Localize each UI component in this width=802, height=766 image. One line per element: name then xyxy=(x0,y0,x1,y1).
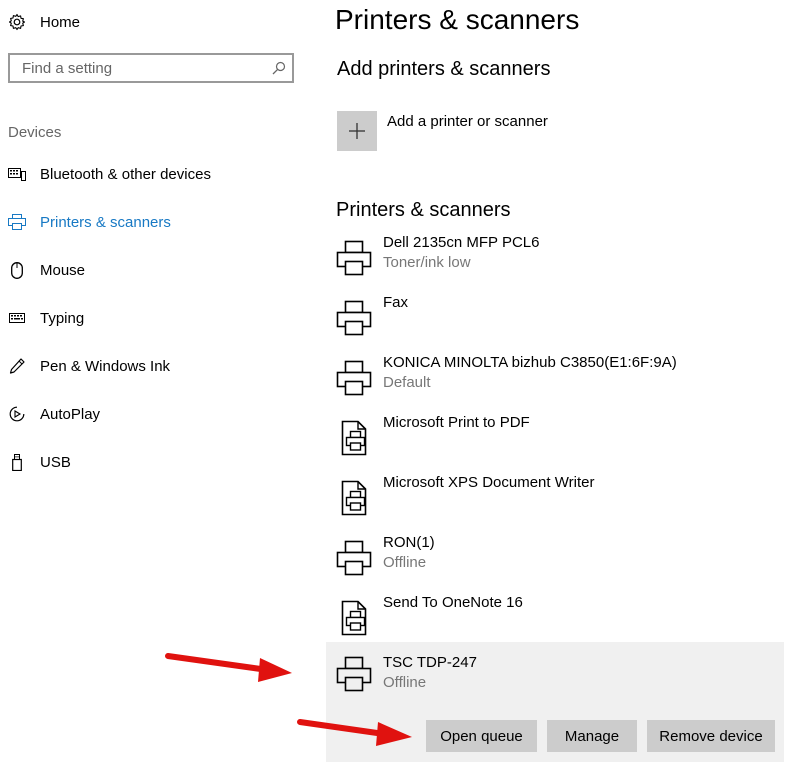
open-queue-button[interactable]: Open queue xyxy=(426,720,537,752)
add-section-heading: Add printers & scanners xyxy=(337,58,551,80)
document-printer-icon xyxy=(341,420,367,456)
printer-icon xyxy=(336,540,372,576)
document-printer-icon xyxy=(341,480,367,516)
printer-name: Dell 2135cn MFP PCL6 xyxy=(383,234,540,251)
sidebar-item-typing[interactable]: Typing xyxy=(8,306,84,330)
section-label-devices: Devices xyxy=(8,124,62,141)
printer-name: Microsoft XPS Document Writer xyxy=(383,474,595,491)
sidebar-item-mouse[interactable]: Mouse xyxy=(8,258,85,282)
printer-status: Offline xyxy=(383,554,427,571)
sidebar-item-label: Bluetooth & other devices xyxy=(40,165,211,183)
plus-icon xyxy=(349,123,365,139)
search-box[interactable] xyxy=(8,53,294,83)
sidebar-item-bluetooth[interactable]: Bluetooth & other devices xyxy=(8,162,211,186)
mouse-icon xyxy=(8,261,26,279)
printer-name: KONICA MINOLTA bizhub C3850(E1:6F:9A) xyxy=(383,354,677,371)
printer-icon xyxy=(336,656,372,692)
page-title: Printers & scanners xyxy=(335,4,580,35)
printer-item-pdf[interactable]: Microsoft Print to PDF xyxy=(326,414,784,472)
sidebar-item-label: AutoPlay xyxy=(40,405,101,423)
printers-list-heading: Printers & scanners xyxy=(336,199,511,221)
nav-home[interactable]: Home xyxy=(8,10,80,34)
annotation-arrow-open-queue xyxy=(297,719,412,746)
sidebar-item-label: Mouse xyxy=(40,261,86,279)
printer-item-xps[interactable]: Microsoft XPS Document Writer xyxy=(326,474,784,532)
sidebar-item-printers[interactable]: Printers & scanners xyxy=(8,210,171,234)
document-printer-icon xyxy=(341,600,367,636)
printer-status: Toner/ink low xyxy=(383,254,471,271)
remove-device-button[interactable]: Remove device xyxy=(647,720,775,752)
home-label: Home xyxy=(40,13,81,31)
printer-icon xyxy=(336,240,372,276)
sidebar-item-label: Pen & Windows Ink xyxy=(40,357,171,375)
usb-icon xyxy=(8,453,26,471)
printer-icon xyxy=(8,213,26,231)
pen-icon xyxy=(8,357,26,375)
printer-icon xyxy=(336,360,372,396)
printer-name: Send To OneNote 16 xyxy=(383,594,523,611)
printer-status: Default xyxy=(383,374,431,391)
sidebar-item-pen[interactable]: Pen & Windows Ink xyxy=(8,354,170,378)
annotation-arrow-printer xyxy=(165,653,292,682)
printer-name: RON(1) xyxy=(383,534,435,551)
sidebar-item-usb[interactable]: USB xyxy=(8,450,71,474)
printer-status: Offline xyxy=(383,674,427,691)
add-printer-button[interactable] xyxy=(337,111,377,151)
sidebar-item-label: USB xyxy=(40,453,71,471)
printer-name: Microsoft Print to PDF xyxy=(383,414,530,431)
printer-name: TSC TDP-247 xyxy=(383,654,477,671)
keyboard-device-icon xyxy=(8,165,26,183)
sidebar-item-autoplay[interactable]: AutoPlay xyxy=(8,402,100,426)
printer-item-ron[interactable]: RON(1) Offline xyxy=(326,534,784,592)
printer-item-konica[interactable]: KONICA MINOLTA bizhub C3850(E1:6F:9A) De… xyxy=(326,354,784,412)
gear-icon xyxy=(8,13,26,31)
sidebar-item-label: Typing xyxy=(40,309,85,327)
sidebar-item-label: Printers & scanners xyxy=(40,213,171,231)
autoplay-icon xyxy=(8,405,26,423)
search-icon xyxy=(272,61,286,75)
add-printer-label[interactable]: Add a printer or scanner xyxy=(387,113,548,130)
printer-icon xyxy=(336,300,372,336)
printer-item-fax[interactable]: Fax xyxy=(326,294,784,352)
search-input[interactable] xyxy=(10,55,262,81)
manage-button[interactable]: Manage xyxy=(547,720,637,752)
printer-item-dell[interactable]: Dell 2135cn MFP PCL6 Toner/ink low xyxy=(326,234,784,292)
printer-name: Fax xyxy=(383,294,409,311)
keyboard-icon xyxy=(8,309,26,327)
